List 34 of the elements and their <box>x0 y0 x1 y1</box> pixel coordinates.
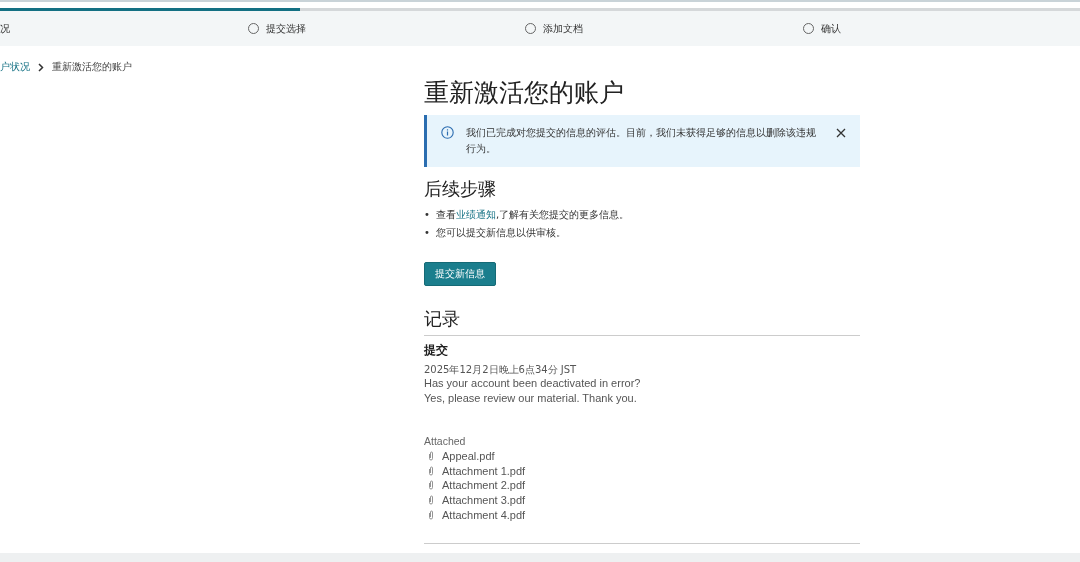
bullet-marker: • <box>424 226 430 240</box>
timestamp: 2025年12月2日晚上6点34分 JST <box>424 364 577 376</box>
breadcrumb-current: 重新激活您的账户 <box>52 60 132 74</box>
submit-button[interactable]: 提交新信息 <box>424 262 496 286</box>
file-link[interactable]: Attachment 2.pdf <box>442 479 526 492</box>
chevron-icon <box>38 62 44 72</box>
step-label: 确认 <box>820 21 841 36</box>
info-icon <box>441 126 454 139</box>
bullet-text: 查看业绩通知,了解有关您提交的更多信息。 <box>435 208 630 222</box>
section-heading: 记录 <box>424 306 860 336</box>
message-line: Has your account been deactivated in error? <box>424 376 641 391</box>
file-link[interactable]: Attachment 4.pdf <box>442 508 526 521</box>
paperclip-icon <box>428 465 434 476</box>
file-link[interactable]: Attachment 3.pdf <box>442 494 526 507</box>
entry-title: 提交 <box>424 342 448 359</box>
page-title: 重新激活您的账户 <box>424 77 624 109</box>
close-icon[interactable] <box>836 128 846 138</box>
attached-label: Attached <box>424 434 466 449</box>
step-label: 提交选择 <box>266 21 307 36</box>
notice-link[interactable]: 业绩通知 <box>455 209 496 220</box>
message-line: Yes, please review our material. Thank you. <box>424 391 637 406</box>
step-label: 添加文档 <box>543 21 584 36</box>
breadcrumb-link[interactable]: 户状况 <box>0 60 30 74</box>
alert-message: 我们已完成对您提交的信息的评估。目前，我们未获得足够的信息以删除该违规行为。 <box>466 126 817 156</box>
bullet-text: 您可以提交新信息以供审核。 <box>435 226 566 240</box>
step-label: 况 <box>0 21 10 36</box>
file-link[interactable]: Attachment 1.pdf <box>442 464 526 477</box>
bullet-marker: • <box>424 208 430 222</box>
paperclip-icon <box>428 509 434 520</box>
paperclip-icon <box>428 451 434 462</box>
file-link[interactable]: Appeal.pdf <box>442 450 495 463</box>
paperclip-icon <box>428 495 434 506</box>
section-heading: 后续步骤 <box>424 177 496 201</box>
paperclip-icon <box>428 480 434 491</box>
